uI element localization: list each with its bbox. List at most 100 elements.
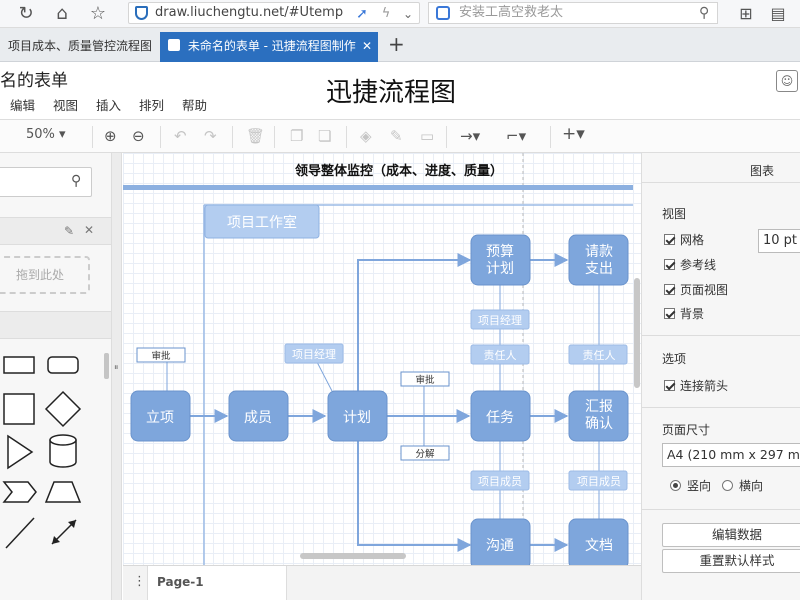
node-goutong[interactable]: 沟通	[470, 518, 531, 565]
search-icon[interactable]: ⚲	[699, 3, 709, 23]
reset-style-button[interactable]: 重置默认样式	[662, 549, 800, 573]
step-shape[interactable]	[2, 481, 37, 503]
drop-hint: 拖到此处	[15, 268, 64, 282]
apps-grid-icon[interactable]: ⊞	[734, 2, 758, 26]
bidirectional-arrow-shape[interactable]	[51, 519, 77, 545]
tab-project-flow[interactable]: 项目成本、质量管控流程图	[0, 32, 158, 62]
waypoint-style-icon[interactable]: ⌐▾	[506, 127, 526, 145]
grid-size-input[interactable]: 10 pt	[758, 229, 800, 253]
close-icon[interactable]: ✕	[84, 223, 94, 237]
background-checkbox[interactable]: 背景	[664, 305, 704, 322]
node-lixiang[interactable]: 立项	[130, 390, 191, 442]
tag-xmcy-2[interactable]: 项目成员	[568, 470, 628, 491]
close-icon[interactable]: ✕	[362, 32, 372, 60]
browser-search-input[interactable]: 安装工高空救老太 ⚲	[428, 2, 718, 24]
rectangle-shape[interactable]	[3, 356, 35, 374]
form-title[interactable]: 名的表单	[0, 66, 68, 91]
node-huibao[interactable]: 汇报确认	[568, 390, 629, 442]
menu-arrange[interactable]: 排列	[139, 98, 164, 113]
section-page-size: 页面尺寸	[662, 423, 711, 437]
tag-shenpi-1[interactable]: 审批	[136, 347, 186, 363]
tab-page-1[interactable]: Page-1	[147, 566, 287, 600]
line-color-icon[interactable]: ✎	[390, 127, 403, 145]
tag-xmcy-1[interactable]: 项目成员	[470, 470, 530, 491]
node-yusuan[interactable]: 预算计划	[470, 234, 531, 286]
chevron-down-icon[interactable]: ⌄	[396, 2, 420, 26]
insert-plus-icon[interactable]: +▾	[562, 124, 585, 144]
triangle-shape[interactable]	[7, 434, 34, 470]
delete-icon[interactable]: 🗑	[246, 127, 265, 145]
canvas-scrollbar-horizontal[interactable]	[300, 553, 406, 559]
connection-style-icon[interactable]: →▾	[460, 127, 480, 145]
scratchpad-header[interactable]: ✎ ✕	[0, 217, 111, 245]
edit-data-button[interactable]: 编辑数据	[662, 523, 800, 547]
fill-color-icon[interactable]: ◈	[360, 127, 372, 145]
menu-insert[interactable]: 插入	[96, 98, 121, 113]
zoom-select[interactable]: 50% ▾	[26, 127, 66, 142]
menu-edit[interactable]: 编辑	[10, 98, 35, 113]
node-qingkuan[interactable]: 请款支出	[568, 234, 629, 286]
edit-data-label: 编辑数据	[711, 527, 762, 542]
node-jihua[interactable]: 计划	[327, 390, 388, 442]
node-renwu[interactable]: 任务	[470, 390, 531, 442]
tag-xmjl-1[interactable]: 项目经理	[284, 343, 344, 364]
zoom-in-icon[interactable]: ⊕	[104, 127, 117, 145]
landscape-radio[interactable]: 横向	[722, 477, 763, 494]
tag-fenjie[interactable]: 分解	[400, 445, 450, 461]
shadow-icon[interactable]: ▭	[420, 127, 434, 145]
page-view-checkbox[interactable]: 页面视图	[664, 281, 728, 298]
sidebar-splitter[interactable]: ⏸	[112, 153, 122, 600]
refresh-icon[interactable]: ↻	[14, 2, 38, 26]
user-icon[interactable]: ☺	[776, 70, 798, 92]
home-icon[interactable]: ⌂	[50, 2, 74, 26]
node-chengyuan[interactable]: 成员	[228, 390, 289, 442]
rounded-rectangle-shape[interactable]	[47, 356, 79, 374]
connector-arrow[interactable]	[357, 253, 472, 391]
menu-view[interactable]: 视图	[53, 98, 78, 113]
search-icon[interactable]: ⚲	[71, 173, 81, 189]
reset-style-label: 重置默认样式	[699, 553, 775, 568]
panel-tab-diagram[interactable]: 图表	[642, 153, 800, 183]
redo-icon[interactable]: ↷	[204, 127, 217, 145]
tab-active-form[interactable]: 未命名的表单 - 迅捷流程图制作 ✕	[160, 32, 378, 62]
drop-zone[interactable]: 拖到此处	[0, 256, 90, 294]
canvas-scrollbar-vertical[interactable]	[634, 278, 640, 388]
header-band[interactable]	[123, 185, 633, 190]
tag-shenpi-2[interactable]: 审批	[400, 371, 450, 387]
menu-help[interactable]: 帮助	[182, 98, 207, 113]
node-wendang[interactable]: 文档	[568, 518, 629, 565]
connector-line[interactable]	[316, 361, 333, 392]
edit-icon[interactable]: ✎	[64, 224, 74, 238]
diagram-canvas[interactable]: 领导整体监控（成本、进度、质量） 项目工作室 立项 成员 计划 任务 预算计划 …	[123, 153, 641, 565]
new-tab-icon[interactable]: +	[388, 32, 405, 56]
shape-search-input[interactable]: ⚲	[0, 167, 92, 197]
connect-arrows-checkbox[interactable]: 连接箭头	[664, 377, 728, 394]
guides-checkbox[interactable]: 参考线	[664, 256, 716, 273]
tag-xmjl-2[interactable]: 项目经理	[470, 309, 530, 330]
undo-icon[interactable]: ↶	[174, 127, 187, 145]
diagram-title[interactable]: 领导整体监控（成本、进度、质量）	[295, 163, 503, 179]
grid-checkbox[interactable]: 网格	[664, 231, 704, 248]
check-icon	[664, 259, 675, 270]
to-back-icon[interactable]: ❏	[318, 127, 331, 145]
sidebar-scrollbar[interactable]	[104, 353, 109, 379]
grid-label: 网格	[680, 233, 705, 247]
reader-icon[interactable]: ▤	[766, 2, 790, 26]
rocket-icon[interactable]: ➚	[350, 2, 374, 26]
star-icon[interactable]: ☆	[86, 2, 110, 26]
zoom-out-icon[interactable]: ⊖	[132, 127, 145, 145]
portrait-radio[interactable]: 竖向	[670, 477, 711, 494]
to-front-icon[interactable]: ❐	[290, 127, 303, 145]
page-menu-icon[interactable]: ⋮	[133, 574, 146, 589]
page-size-select[interactable]: A4 (210 mm x 297 mm)	[662, 443, 800, 467]
flash-icon[interactable]: ϟ	[374, 2, 398, 26]
cylinder-shape[interactable]	[49, 434, 77, 468]
tag-zrr-2[interactable]: 责任人	[568, 344, 628, 365]
radio-icon	[722, 480, 733, 491]
general-shapes-header[interactable]	[0, 311, 111, 339]
tag-zrr-1[interactable]: 责任人	[470, 344, 530, 365]
square-shape[interactable]	[3, 393, 35, 425]
diamond-shape[interactable]	[44, 390, 82, 428]
trapezoid-shape[interactable]	[44, 481, 82, 503]
line-shape[interactable]	[5, 517, 35, 549]
